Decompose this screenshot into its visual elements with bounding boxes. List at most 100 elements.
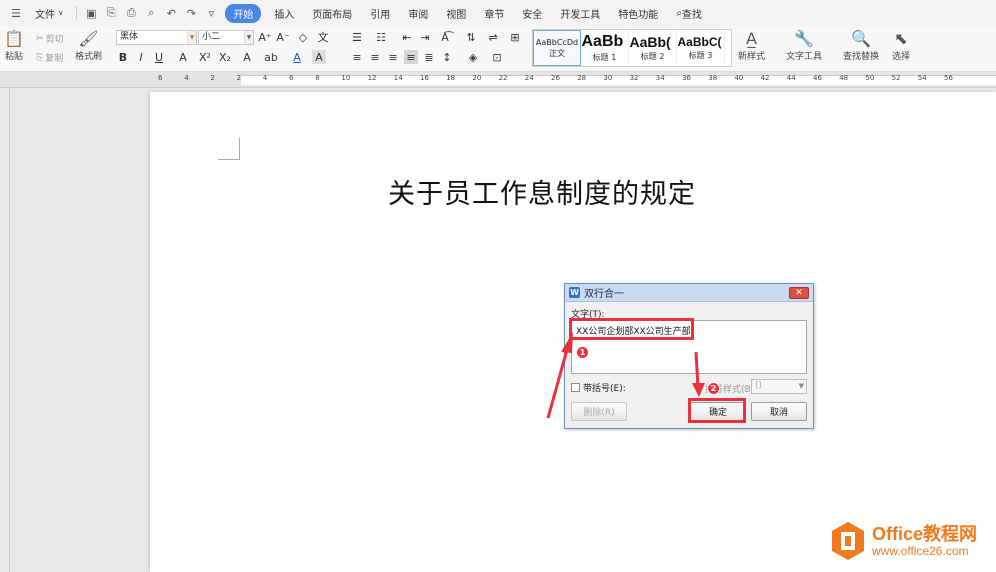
redo-icon[interactable]: ↷ [183, 5, 199, 21]
undo-icon[interactable]: ↶ [163, 5, 179, 21]
style-heading-1[interactable]: AaBb 标题 1 [581, 30, 629, 66]
ruler-number: 2 [236, 74, 242, 82]
justify-icon[interactable]: ≡ [404, 50, 418, 64]
style-normal[interactable]: AaBbCcDd 正文 [533, 30, 581, 66]
format-painter-button[interactable]: 🖌 格式刷 [75, 29, 102, 62]
ruler-number: 20 [472, 74, 482, 82]
delete-button[interactable]: 删除(R) [571, 402, 627, 421]
menu-icon[interactable]: ☰ [8, 5, 24, 21]
grow-font-icon[interactable]: A⁺ [258, 30, 272, 44]
ruler-number: 56 [944, 74, 953, 82]
bracket-checkbox[interactable]: 带括号(E): [571, 381, 626, 394]
print-icon[interactable]: ⎙ [123, 5, 139, 21]
new-style-button[interactable]: A̲ 新样式 [738, 29, 765, 62]
bracket-style-select[interactable]: () ▼ [751, 379, 807, 394]
shrink-font-icon[interactable]: A⁻ [276, 30, 290, 44]
wps-writer-icon: W [569, 287, 580, 298]
ruler-number: 34 [655, 74, 665, 82]
highlight-icon[interactable]: ab [264, 50, 278, 64]
preview-icon[interactable]: ⌕ [143, 5, 159, 21]
superscript-icon[interactable]: X² [198, 50, 212, 64]
dialog-titlebar[interactable]: W 双行合一 [565, 284, 813, 302]
distribute-icon[interactable]: ≣ [422, 50, 436, 64]
cut-button[interactable]: ✂ 剪切 [36, 32, 64, 46]
vertical-ruler[interactable] [0, 88, 10, 572]
bullets-icon[interactable]: ☰ [350, 30, 364, 44]
clipboard-icon: 📋 [4, 29, 24, 48]
phonetic-icon[interactable]: 文 [316, 30, 330, 44]
ruler-number: 46 [813, 74, 822, 82]
sort-icon[interactable]: ⇅ [464, 30, 478, 44]
align-right-icon[interactable]: ≡ [386, 50, 400, 64]
ruler-number: 6 [289, 74, 294, 82]
numbering-icon[interactable]: ☷ [374, 30, 388, 44]
italic-icon[interactable]: I [134, 50, 148, 64]
strikethrough-icon[interactable]: A [176, 50, 190, 64]
tab-review[interactable]: 审阅 [399, 6, 437, 21]
tab-view[interactable]: 视图 [437, 6, 475, 21]
style-heading-2[interactable]: AaBb( 标题 2 [629, 30, 677, 66]
ruler-number: 30 [603, 74, 613, 82]
search-box[interactable]: ⌕ 查找 [667, 6, 711, 21]
style-heading-3[interactable]: AaBbC( 标题 3 [677, 30, 725, 66]
text-effect-icon[interactable]: A [240, 50, 254, 64]
text-highlight-box [569, 318, 694, 340]
save-icon[interactable]: ▣ [83, 5, 99, 21]
font-color-icon[interactable]: A [290, 50, 304, 64]
cancel-button[interactable]: 取消 [751, 402, 807, 421]
tab-security[interactable]: 安全 [513, 6, 551, 21]
font-name-select[interactable]: 黑体 ▼ [116, 30, 197, 45]
copy-button[interactable]: ⎘ 复制 [36, 51, 63, 65]
clear-format-icon[interactable]: ◇ [296, 30, 310, 44]
ruler-number: 32 [629, 74, 639, 82]
customize-icon[interactable]: ▿ [203, 5, 219, 21]
ruler-number: 14 [393, 74, 403, 82]
ruler-number: 4 [184, 74, 189, 82]
tab-special[interactable]: 特色功能 [609, 6, 667, 21]
tab-page-layout[interactable]: 页面布局 [303, 6, 361, 21]
scissors-icon: ✂ [36, 33, 44, 44]
text-tools-button[interactable]: 🔧 文字工具 [786, 29, 822, 62]
tab-home[interactable]: 开始 [225, 3, 262, 23]
underline-icon[interactable]: U [152, 50, 166, 64]
ruler-number: 48 [839, 74, 849, 82]
copy-icon: ⎘ [36, 52, 44, 63]
ruler-number: 8 [315, 74, 320, 82]
select-button[interactable]: ⬉ 选择 [892, 29, 910, 62]
tab-developer[interactable]: 开发工具 [551, 6, 609, 21]
office-logo-icon [832, 522, 864, 560]
shading-icon[interactable]: ◈ [466, 50, 480, 64]
borders-icon[interactable]: ⊞ [508, 30, 522, 44]
tab-section[interactable]: 章节 [475, 6, 513, 21]
find-replace-button[interactable]: 🔍 查找替换 [843, 29, 879, 62]
ribbon: 📋 粘贴 ✂ 剪切 ⎘ 复制 🖌 格式刷 黑体 ▼ 小二 ▼ A⁺ A⁻ ◇ 文 B I… [0, 26, 996, 72]
show-marks-icon[interactable]: ⇌ [486, 30, 500, 44]
char-shading-icon[interactable]: A [312, 50, 326, 64]
tab-insert[interactable]: 插入 [265, 6, 303, 21]
tab-references[interactable]: 引用 [361, 6, 399, 21]
font-size-select[interactable]: 小二 ▼ [198, 30, 254, 45]
ruler-scale [241, 75, 996, 85]
table-border-icon[interactable]: ⊡ [490, 50, 504, 64]
horizontal-ruler[interactable]: 6 4 2 2 4 6 8 10 12 14 16 18 20 22 24 26 28 30 32 34 36 38 40 4… [0, 72, 996, 88]
margin-corner-mark [218, 138, 240, 160]
chevron-down-icon: ∨ [58, 9, 64, 17]
output-icon[interactable]: ⎘ [103, 5, 119, 21]
align-center-icon[interactable]: ≡ [368, 50, 382, 64]
increase-indent-icon[interactable]: ⇥ [418, 30, 432, 44]
ruler-number: 2 [210, 74, 215, 82]
line-spacing-icon[interactable]: ↕ [440, 50, 454, 64]
close-button[interactable]: ✕ [789, 287, 809, 299]
divider [76, 6, 78, 20]
subscript-icon[interactable]: X₂ [218, 50, 232, 64]
paste-button[interactable]: 📋 粘贴 [4, 29, 24, 62]
chevron-down-icon: ▼ [187, 31, 196, 44]
text-direction-icon[interactable]: A͡ [438, 30, 452, 44]
chevron-down-icon: ▼ [244, 31, 253, 44]
file-menu[interactable]: 文件 ∨ [26, 6, 72, 21]
cursor-icon: ⬉ [894, 29, 908, 48]
align-left-icon[interactable]: ≡ [350, 50, 364, 64]
bold-icon[interactable]: B [116, 50, 130, 64]
ruler-number: 6 [158, 74, 163, 82]
decrease-indent-icon[interactable]: ⇤ [400, 30, 414, 44]
